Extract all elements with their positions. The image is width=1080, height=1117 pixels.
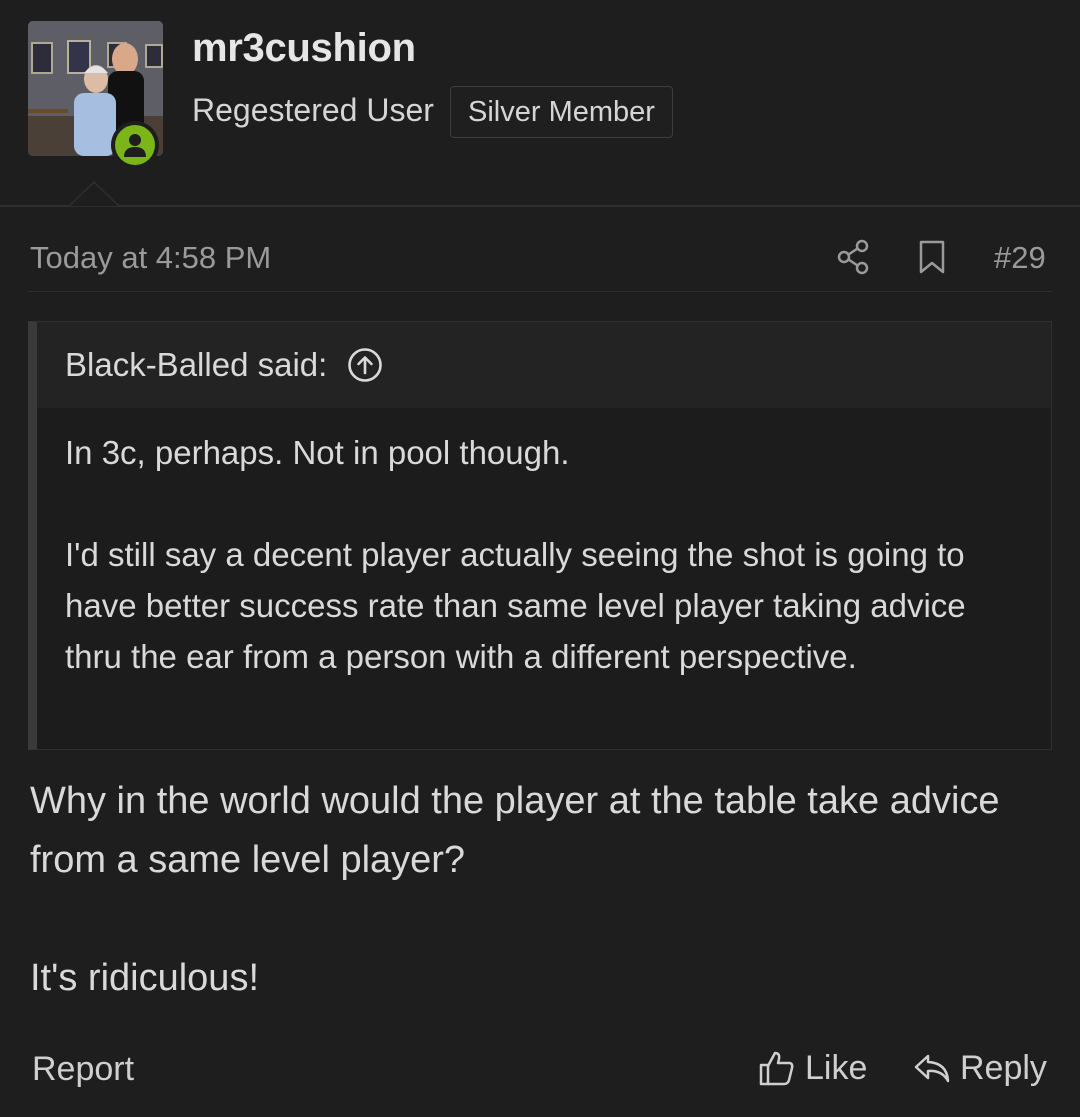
post-number-link[interactable]: #29 [994,240,1046,276]
username[interactable]: mr3cushion [192,26,416,71]
arrow-up-circle-icon[interactable] [347,347,383,383]
quote-author[interactable]: Black-Balled said: [65,346,327,384]
bookmark-button[interactable] [915,238,949,276]
post-paragraph: It's ridiculous! [30,957,260,999]
share-button[interactable] [836,238,872,276]
quote-content: In 3c, perhaps. Not in pool though. I'd … [65,427,1027,682]
thumbs-up-icon [757,1048,797,1088]
meta-divider [28,291,1052,292]
share-icon [837,239,869,275]
like-button[interactable]: Like [757,1048,867,1088]
quote-paragraph: In 3c, perhaps. Not in pool though. [65,434,570,471]
quote-header[interactable]: Black-Balled said: [37,322,1051,408]
reply-icon [912,1048,952,1088]
user-title: Regestered User [192,92,434,128]
online-status-badge [111,121,159,169]
like-label: Like [805,1048,868,1087]
post-date[interactable]: Today at 4:58 PM [30,240,271,276]
report-button[interactable]: Report [32,1050,134,1089]
post-header: mr3cushion Regestered User Silver Member [0,0,1080,206]
post-body: Why in the world would the player at the… [30,772,1050,1008]
member-badge: Silver Member [450,86,673,138]
quote-block: Black-Balled said: In 3c, perhaps. Not i… [28,321,1052,750]
header-pointer-arrow [68,181,120,206]
reply-label: Reply [960,1048,1047,1087]
post-paragraph: Why in the world would the player at the… [30,780,1000,881]
header-divider [0,205,1080,207]
quote-paragraph: I'd still say a decent player actually s… [65,536,966,675]
user-icon [124,134,146,157]
bookmark-icon [919,240,945,274]
online-status-dot [115,125,155,165]
reply-button[interactable]: Reply [912,1048,1047,1088]
